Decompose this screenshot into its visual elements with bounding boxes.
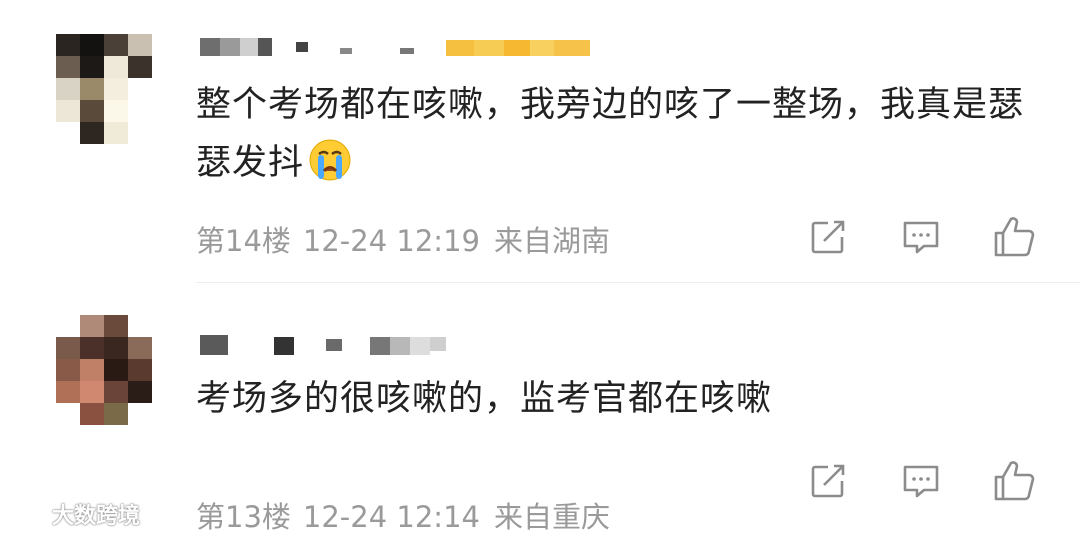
comment-text: 整个考场都在咳嗽，我旁边的咳了一整场，我真是瑟瑟发抖 — [196, 76, 1056, 200]
share-button[interactable] — [804, 213, 852, 261]
share-button[interactable] — [804, 457, 852, 505]
crying-face-icon — [308, 138, 352, 200]
username-mosaic — [200, 335, 446, 355]
comment-location: 来自重庆 — [493, 500, 610, 534]
like-icon — [994, 217, 1035, 257]
username-mosaic — [200, 38, 590, 56]
comment-text: 考场多的很咳嗽的，监考官都在咳嗽 — [196, 379, 773, 419]
share-icon — [811, 220, 845, 254]
comment-datetime: 12-24 12:14 — [302, 500, 480, 534]
floor-number: 第14楼 — [196, 224, 291, 258]
avatar[interactable] — [56, 34, 152, 144]
like-icon — [994, 461, 1035, 501]
comment-meta: 第13楼 12-24 12:14 来自重庆 — [196, 494, 622, 536]
username-redacted[interactable] — [200, 34, 600, 58]
watermark-text: 大数跨境 — [52, 504, 141, 529]
watermark: 大数跨境 — [6, 498, 140, 530]
reply-icon — [903, 221, 939, 254]
share-icon — [811, 464, 845, 498]
username-redacted[interactable] — [200, 333, 450, 357]
avatar[interactable] — [56, 315, 152, 425]
floor-number: 第13楼 — [196, 500, 291, 534]
comment-meta: 第14楼 12-24 12:19 来自湖南 — [196, 218, 622, 260]
like-button[interactable] — [990, 213, 1038, 261]
comment-location: 来自湖南 — [493, 224, 610, 258]
like-button[interactable] — [990, 457, 1038, 505]
watermark-logo-icon — [6, 504, 48, 524]
comment-datetime: 12-24 12:19 — [302, 224, 480, 258]
reply-button[interactable] — [897, 213, 945, 261]
comment-item: 整个考场都在咳嗽，我旁边的咳了一整场，我真是瑟瑟发抖 第14楼 12-24 12:… — [0, 0, 1080, 283]
reply-button[interactable] — [897, 457, 945, 505]
reply-icon — [903, 465, 939, 498]
comment-item: 考场多的很咳嗽的，监考官都在咳嗽 第13楼 12-24 12:14 来自重庆 — [0, 283, 1080, 534]
